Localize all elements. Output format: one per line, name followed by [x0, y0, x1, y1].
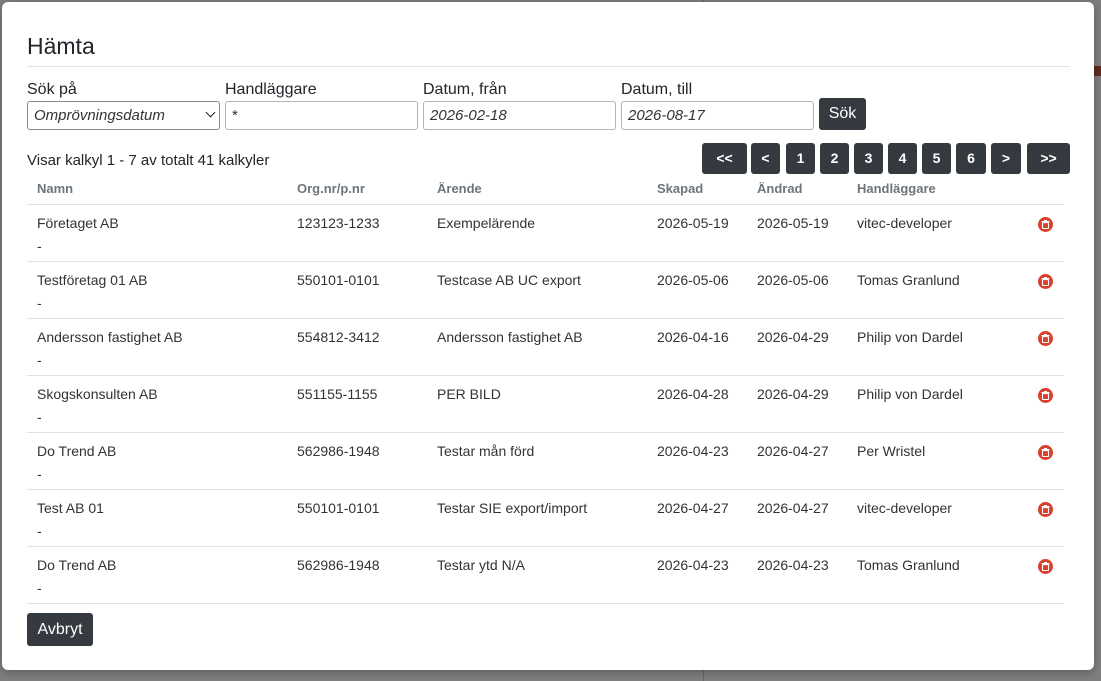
column-header-case[interactable]: Ärende: [437, 174, 482, 204]
cell-handler: Philip von Dardel: [857, 386, 963, 402]
column-header-handler[interactable]: Handläggare: [857, 174, 936, 204]
trash-icon[interactable]: [1038, 559, 1053, 574]
cell-subtext: -: [37, 466, 42, 482]
cell-case: Testar ytd N/A: [437, 557, 525, 573]
table-row[interactable]: Skogskonsulten AB - 551155-1155 PER BILD…: [27, 376, 1064, 433]
column-header-name[interactable]: Namn: [37, 174, 73, 204]
trash-icon[interactable]: [1038, 274, 1053, 289]
cell-handler: vitec-developer: [857, 215, 952, 231]
page-4-button[interactable]: 4: [888, 143, 917, 174]
cell-subtext: -: [37, 523, 42, 539]
cell-created: 2026-04-27: [657, 500, 729, 516]
cell-name: Andersson fastighet AB: [37, 329, 183, 345]
cell-org: 562986-1948: [297, 557, 380, 573]
cell-changed: 2026-04-23: [757, 557, 829, 573]
date-to-input[interactable]: 2026-08-17: [621, 101, 814, 130]
cell-name: Skogskonsulten AB: [37, 386, 158, 402]
trash-icon[interactable]: [1038, 502, 1053, 517]
cancel-button[interactable]: Avbryt: [27, 613, 93, 646]
cell-case: Andersson fastighet AB: [437, 329, 583, 345]
cell-name: Företaget AB: [37, 215, 119, 231]
cell-changed: 2026-04-29: [757, 386, 829, 402]
cell-changed: 2026-04-27: [757, 443, 829, 459]
page-5-button[interactable]: 5: [922, 143, 951, 174]
cell-subtext: -: [37, 352, 42, 368]
page-2-button[interactable]: 2: [820, 143, 849, 174]
column-header-created[interactable]: Skapad: [657, 174, 703, 204]
search-on-label: Sök på: [27, 81, 77, 98]
cell-case: Testar mån förd: [437, 443, 535, 459]
cell-name: Do Trend AB: [37, 557, 117, 573]
page-3-button[interactable]: 3: [854, 143, 883, 174]
cell-changed: 2026-04-29: [757, 329, 829, 345]
cell-case: Exempelärende: [437, 215, 536, 231]
cell-org: 554812-3412: [297, 329, 380, 345]
cell-changed: 2026-04-27: [757, 500, 829, 516]
page-first-button[interactable]: <<: [702, 143, 747, 174]
page-last-button[interactable]: >>: [1027, 143, 1070, 174]
cell-org: 550101-0101: [297, 500, 380, 516]
cell-created: 2026-04-16: [657, 329, 729, 345]
search-on-select[interactable]: Omprövningsdatum: [27, 101, 220, 130]
table-row[interactable]: Företaget AB - 123123-1233 Exempelärende…: [27, 205, 1064, 262]
cell-org: 562986-1948: [297, 443, 380, 459]
cell-case: Testar SIE export/import: [437, 500, 588, 516]
chevron-down-icon: [205, 107, 216, 118]
handler-input[interactable]: *: [225, 101, 418, 130]
cell-name: Test AB 01: [37, 500, 104, 516]
trash-icon[interactable]: [1038, 217, 1053, 232]
column-header-org[interactable]: Org.nr/p.nr: [297, 174, 365, 204]
trash-icon[interactable]: [1038, 388, 1053, 403]
search-on-value: Omprövningsdatum: [34, 107, 165, 124]
column-header-changed[interactable]: Ändrad: [757, 174, 803, 204]
table-row[interactable]: Do Trend AB - 562986-1948 Testar ytd N/A…: [27, 547, 1064, 604]
cell-org: 551155-1155: [297, 386, 378, 402]
page-1-button[interactable]: 1: [786, 143, 815, 174]
page-6-button[interactable]: 6: [956, 143, 986, 174]
search-button[interactable]: Sök: [819, 98, 866, 130]
page-prev-button[interactable]: <: [751, 143, 780, 174]
cell-created: 2026-05-06: [657, 272, 729, 288]
cell-name: Do Trend AB: [37, 443, 117, 459]
date-to-value: 2026-08-17: [628, 107, 705, 124]
trash-icon[interactable]: [1038, 445, 1053, 460]
cell-changed: 2026-05-06: [757, 272, 829, 288]
table-row[interactable]: Test AB 01 - 550101-0101 Testar SIE expo…: [27, 490, 1064, 547]
cell-created: 2026-04-23: [657, 557, 729, 573]
cell-org: 123123-1233: [297, 215, 380, 231]
cell-case: PER BILD: [437, 386, 501, 402]
cell-case: Testcase AB UC export: [437, 272, 581, 288]
cell-handler: vitec-developer: [857, 500, 952, 516]
page-next-button[interactable]: >: [991, 143, 1021, 174]
date-from-input[interactable]: 2026-02-18: [423, 101, 616, 130]
cell-created: 2026-05-19: [657, 215, 729, 231]
cell-subtext: -: [37, 580, 42, 596]
cell-name: Testföretag 01 AB: [37, 272, 148, 288]
cell-created: 2026-04-28: [657, 386, 729, 402]
handler-label: Handläggare: [225, 81, 317, 98]
result-summary: Visar kalkyl 1 - 7 av totalt 41 kalkyler: [27, 152, 270, 169]
cell-changed: 2026-05-19: [757, 215, 829, 231]
cell-created: 2026-04-23: [657, 443, 729, 459]
date-from-value: 2026-02-18: [430, 107, 507, 124]
table-row[interactable]: Do Trend AB - 562986-1948 Testar mån för…: [27, 433, 1064, 490]
date-to-label: Datum, till: [621, 81, 693, 98]
cell-subtext: -: [37, 238, 42, 254]
cell-org: 550101-0101: [297, 272, 380, 288]
dialog-title: Hämta: [27, 33, 95, 59]
cell-subtext: -: [37, 295, 42, 311]
fetch-dialog: Hämta Sök på Omprövningsdatum Handläggar…: [2, 2, 1094, 670]
cell-handler: Tomas Granlund: [857, 272, 960, 288]
cell-subtext: -: [37, 409, 42, 425]
cell-handler: Tomas Granlund: [857, 557, 960, 573]
trash-icon[interactable]: [1038, 331, 1053, 346]
handler-value: *: [232, 107, 238, 124]
cell-handler: Per Wristel: [857, 443, 926, 459]
table-row[interactable]: Testföretag 01 AB - 550101-0101 Testcase…: [27, 262, 1064, 319]
cell-handler: Philip von Dardel: [857, 329, 963, 345]
table-row[interactable]: Andersson fastighet AB - 554812-3412 And…: [27, 319, 1064, 376]
date-from-label: Datum, från: [423, 81, 507, 98]
title-divider: [27, 66, 1070, 67]
